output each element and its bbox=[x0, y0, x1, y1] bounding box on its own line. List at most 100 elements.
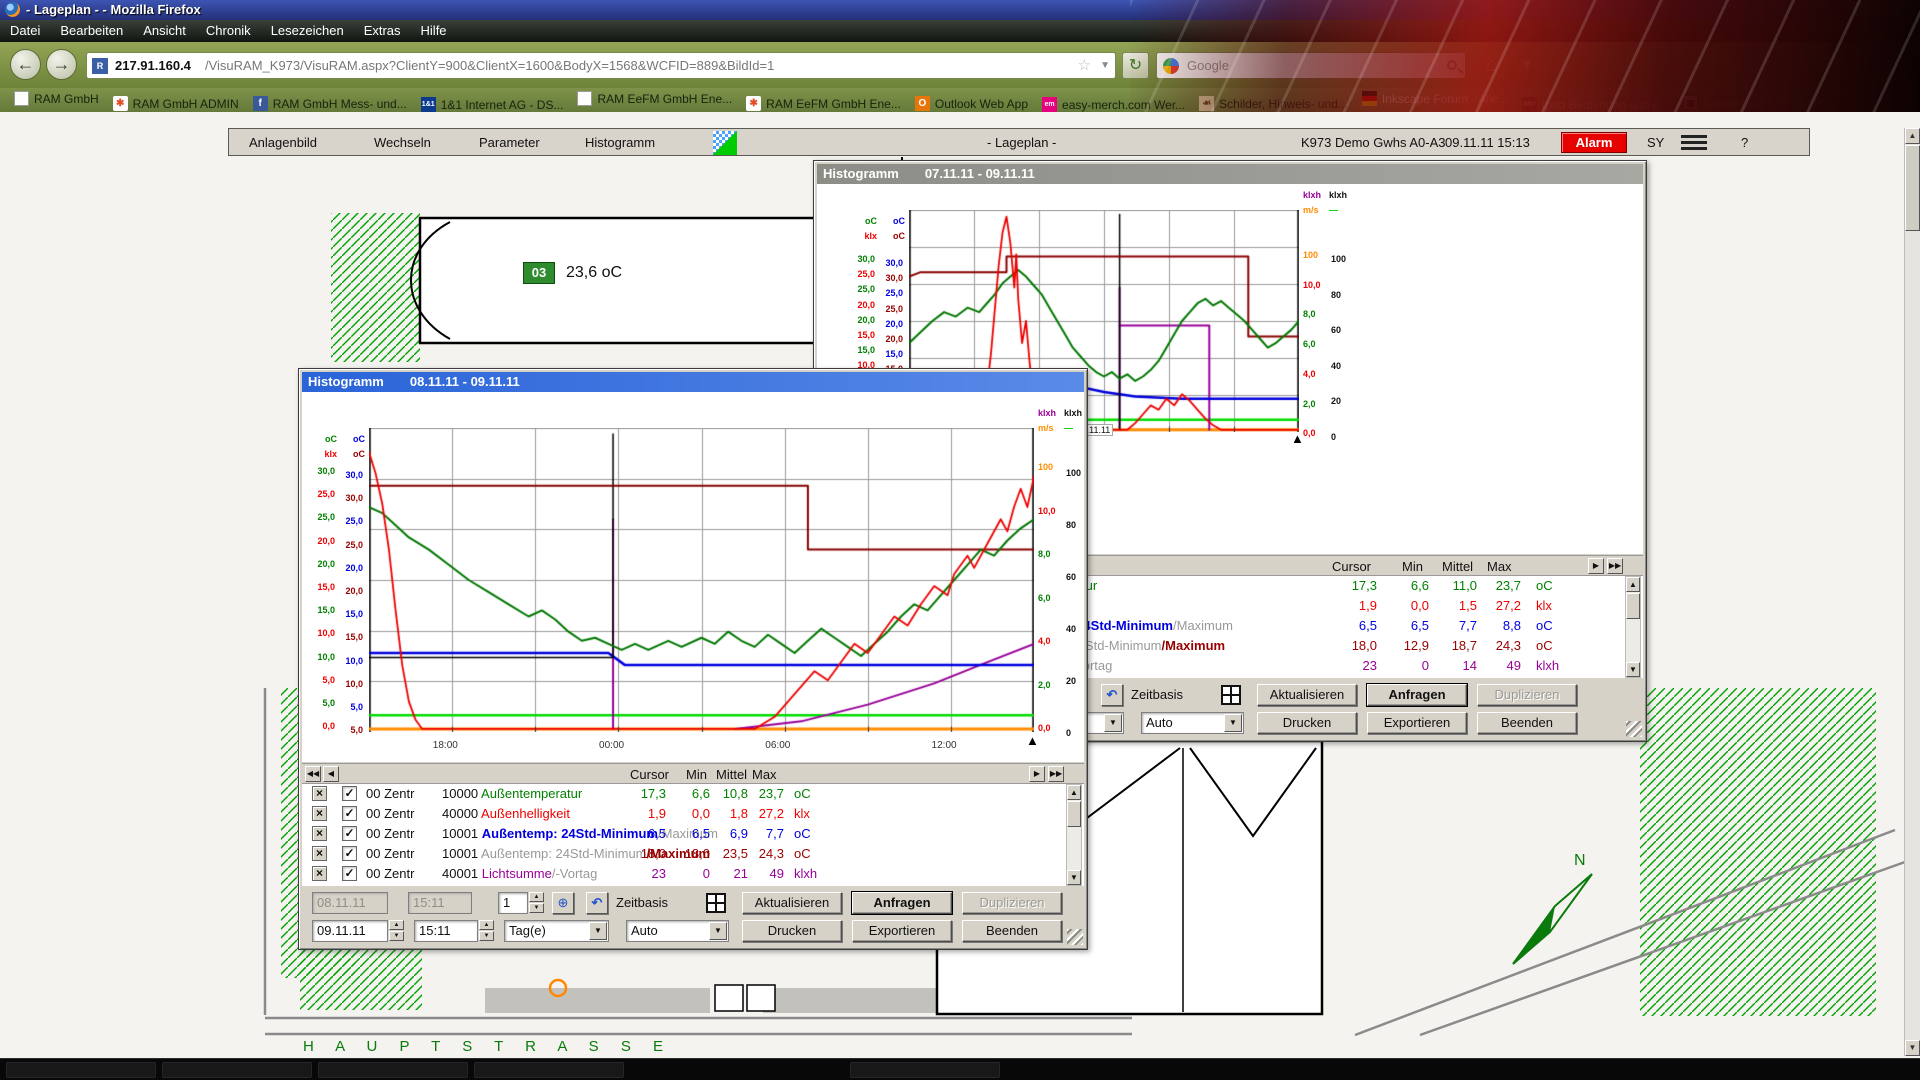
bookmark-item[interactable]: OOutlook Web App bbox=[915, 96, 1028, 111]
window-titlebar[interactable]: Histogramm08.11.11 - 09.11.11 bbox=[302, 372, 1084, 392]
bookmark-item[interactable]: RAM GmbH bbox=[14, 91, 99, 106]
stepper-up-icon[interactable]: ▲ bbox=[479, 920, 494, 930]
button-anfragen[interactable]: Anfragen bbox=[1367, 684, 1467, 706]
menubar-item-lesezeichen[interactable]: Lesezeichen bbox=[261, 20, 354, 38]
bookmark-item[interactable]: Inkscape Forum - Alle... bbox=[1362, 91, 1508, 106]
bookmark-item[interactable]: emeasy-merch.com Wer... bbox=[1042, 97, 1185, 112]
scroll-up-icon[interactable]: ▲ bbox=[1067, 785, 1081, 800]
chevron-down-icon[interactable]: ▼ bbox=[589, 922, 607, 940]
hamburger-menu-icon[interactable] bbox=[1681, 135, 1707, 151]
table-row[interactable]: ×✓00 Zentr40001 Lichtsumme/-Vortag230214… bbox=[302, 864, 1084, 884]
row-visible-checkbox[interactable]: ✓ bbox=[342, 866, 357, 881]
chevron-down-icon[interactable]: ▼ bbox=[709, 922, 727, 940]
table-row[interactable]: ×✓00 Zentr10001 Außentemp: 24Std-Minimum… bbox=[302, 844, 1084, 864]
menubar-item-ansicht[interactable]: Ansicht bbox=[133, 20, 196, 38]
stepper-up-icon[interactable]: ▲ bbox=[529, 892, 544, 902]
scroll-down-icon[interactable]: ▼ bbox=[1905, 1040, 1920, 1056]
grid-view-icon[interactable] bbox=[1221, 685, 1241, 705]
undo-button[interactable]: ↶ bbox=[586, 892, 608, 914]
taskbar-button[interactable] bbox=[6, 1062, 156, 1078]
stepper-up-icon[interactable]: ▲ bbox=[389, 920, 404, 930]
grid-view-icon[interactable] bbox=[706, 893, 726, 913]
toolbar-item-parameter[interactable]: Parameter bbox=[479, 135, 540, 150]
scrollbar-thumb[interactable] bbox=[1626, 593, 1640, 619]
table-row[interactable]: ×✓00 Zentr10001 Außentemp: 24Std-Minimum… bbox=[302, 824, 1084, 844]
toolbar-item-wechseln[interactable]: Wechseln bbox=[374, 135, 431, 150]
button-drucken[interactable]: Drucken bbox=[1257, 712, 1357, 734]
table-row[interactable]: ×✓00 Zentr40000 Außenhelligkeit1,90,01,8… bbox=[302, 804, 1084, 824]
taskbar-button[interactable] bbox=[474, 1062, 624, 1078]
button-exportieren[interactable]: Exportieren bbox=[1367, 712, 1467, 734]
button-beenden[interactable]: Beenden bbox=[962, 920, 1062, 942]
scroll-last-icon[interactable]: ▶▶ bbox=[1048, 766, 1064, 782]
close-button[interactable]: × bbox=[1897, 2, 1917, 17]
bookmark-item[interactable]: MUIpad Bedienung und d... bbox=[1522, 97, 1669, 112]
scroll-down-icon[interactable]: ▼ bbox=[1626, 662, 1640, 677]
taskbar-button[interactable] bbox=[850, 1062, 1000, 1078]
chart-cursor-marker[interactable]: ▲ bbox=[1026, 736, 1039, 746]
scroll-next-icon[interactable]: ▶ bbox=[1588, 558, 1604, 574]
home-icon[interactable]: ⌂ bbox=[1486, 54, 1498, 77]
histogram-window-front[interactable]: Histogramm08.11.11 - 09.11.11oCoCklxoC30… bbox=[298, 368, 1088, 950]
table-scrollbar[interactable]: ▲▼ bbox=[1625, 576, 1641, 678]
resize-grip[interactable] bbox=[1067, 929, 1083, 945]
url-dropdown-icon[interactable]: ▼ bbox=[1100, 53, 1110, 78]
chevron-down-icon[interactable]: ▼ bbox=[1104, 714, 1122, 732]
scroll-next-icon[interactable]: ▶ bbox=[1029, 766, 1045, 782]
scroll-up-icon[interactable]: ▲ bbox=[1905, 128, 1920, 144]
table-row[interactable]: ×✓00 Zentr10000 Außentemperatur17,36,610… bbox=[302, 784, 1084, 804]
time-to-stepper[interactable]: ▲▼ bbox=[479, 920, 495, 942]
bookmark-item[interactable]: ✱RAM EeFM GmbH Ene... bbox=[746, 96, 901, 111]
bookmark-star-icon[interactable]: ☆ bbox=[1078, 53, 1091, 78]
stepper-down-icon[interactable]: ▼ bbox=[479, 931, 494, 941]
forward-button[interactable]: → bbox=[46, 49, 77, 80]
bookmark-item[interactable]: ☙Schilder, Hinweis- und... bbox=[1199, 96, 1348, 111]
button-aktualisieren[interactable]: Aktualisieren bbox=[742, 892, 842, 914]
undo-button[interactable]: ↶ bbox=[1101, 684, 1123, 706]
view-checker-icon[interactable] bbox=[713, 131, 737, 155]
room-number-badge[interactable]: 03 bbox=[523, 262, 555, 284]
row-select-checkbox[interactable]: × bbox=[312, 866, 327, 881]
chart-cursor-marker[interactable]: ▲ bbox=[1291, 434, 1304, 444]
taskbar-button[interactable] bbox=[318, 1062, 468, 1078]
restore-button[interactable]: ❐ bbox=[1875, 2, 1895, 17]
url-field[interactable]: R 217.91.160.4 /VisuRAM_K973/VisuRAM.asp… bbox=[86, 52, 1116, 79]
bookmark-item[interactable]: ▦Create your QR code bbox=[1683, 95, 1816, 110]
button-beenden[interactable]: Beenden bbox=[1477, 712, 1577, 734]
window-titlebar[interactable]: Histogramm07.11.11 - 09.11.11 bbox=[817, 164, 1643, 184]
row-visible-checkbox[interactable]: ✓ bbox=[342, 786, 357, 801]
row-select-checkbox[interactable]: × bbox=[312, 846, 327, 861]
menubar-item-hilfe[interactable]: Hilfe bbox=[411, 20, 457, 38]
toolbar-item-anlagenbild[interactable]: Anlagenbild bbox=[249, 135, 317, 150]
period-select[interactable]: Tag(e)▼ bbox=[504, 920, 609, 942]
minimize-button[interactable]: ─ bbox=[1853, 2, 1873, 17]
scale-select[interactable]: Auto▼ bbox=[626, 920, 729, 942]
scrollbar-thumb[interactable] bbox=[1067, 801, 1081, 827]
date-to-field[interactable]: 09.11.11 bbox=[312, 920, 388, 942]
zoom-button[interactable]: ⊕ bbox=[552, 892, 574, 914]
alarm-button[interactable]: Alarm bbox=[1561, 132, 1627, 153]
count-field[interactable]: 1 bbox=[498, 892, 528, 914]
menubar-item-datei[interactable]: Datei bbox=[0, 20, 50, 38]
scroll-up-icon[interactable]: ▲ bbox=[1626, 577, 1640, 592]
search-input[interactable]: Google bbox=[1156, 52, 1466, 79]
search-icon[interactable] bbox=[1447, 60, 1457, 70]
scroll-last-icon[interactable]: ▶▶ bbox=[1607, 558, 1623, 574]
button-aktualisieren[interactable]: Aktualisieren bbox=[1257, 684, 1357, 706]
row-visible-checkbox[interactable]: ✓ bbox=[342, 826, 357, 841]
taskbar-button[interactable] bbox=[162, 1062, 312, 1078]
stepper-down-icon[interactable]: ▼ bbox=[389, 931, 404, 941]
row-select-checkbox[interactable]: × bbox=[312, 806, 327, 821]
time-to-field[interactable]: 15:11 bbox=[414, 920, 478, 942]
page-scrollbar[interactable]: ▲ ▼ bbox=[1904, 128, 1920, 1056]
download-arrow-icon[interactable]: ▼ bbox=[1520, 56, 1534, 72]
bookmark-item[interactable]: ✱RAM GmbH ADMIN bbox=[113, 96, 239, 111]
date-to-stepper[interactable]: ▲▼ bbox=[389, 920, 405, 942]
bookmark-item[interactable]: RAM EeFM GmbH Ene... bbox=[577, 91, 732, 106]
table-scrollbar[interactable]: ▲▼ bbox=[1066, 784, 1082, 886]
button-exportieren[interactable]: Exportieren bbox=[852, 920, 952, 942]
bookmark-item[interactable]: fRAM GmbH Mess- und... bbox=[253, 96, 407, 111]
help-button[interactable]: ? bbox=[1741, 135, 1748, 150]
toolbar-item-histogramm[interactable]: Histogramm bbox=[585, 135, 655, 150]
menubar-item-bearbeiten[interactable]: Bearbeiten bbox=[50, 20, 133, 38]
